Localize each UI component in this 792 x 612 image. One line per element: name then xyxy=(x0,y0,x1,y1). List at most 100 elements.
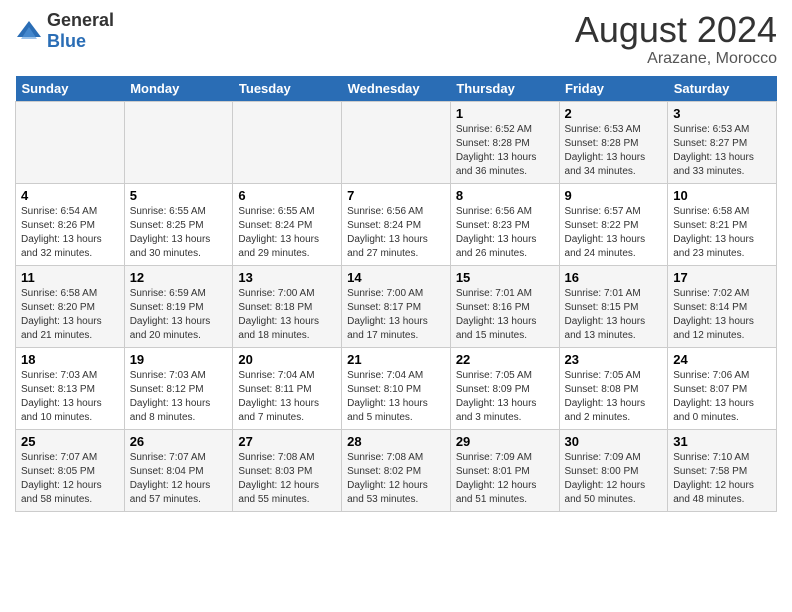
weekday-header-tuesday: Tuesday xyxy=(233,76,342,102)
logo-general: General xyxy=(47,10,114,30)
calendar-day-cell: 30 Sunrise: 7:09 AM Sunset: 8:00 PM Dayli… xyxy=(559,429,668,511)
weekday-header-sunday: Sunday xyxy=(16,76,125,102)
calendar-day-cell: 2Sunrise: 6:53 AM Sunset: 8:28 PM Daylig… xyxy=(559,101,668,183)
calendar-week-row: 4 Sunrise: 6:54 AM Sunset: 8:26 PM Daylig… xyxy=(16,183,777,265)
calendar-day-cell: 29 Sunrise: 7:09 AM Sunset: 8:01 PM Dayli… xyxy=(450,429,559,511)
weekday-header-saturday: Saturday xyxy=(668,76,777,102)
calendar-day-cell: 14 Sunrise: 7:00 AM Sunset: 8:17 PM Dayli… xyxy=(342,265,451,347)
calendar-day-cell: 5Sunrise: 6:55 AM Sunset: 8:25 PM Daylig… xyxy=(124,183,233,265)
day-number: 3 xyxy=(673,106,771,121)
day-info: Sunrise: 6:56 AM Sunset: 8:24 PM Dayligh… xyxy=(347,205,445,261)
calendar-day-cell: 26 Sunrise: 7:07 AM Sunset: 8:04 PM Dayli… xyxy=(124,429,233,511)
day-info: Sunrise: 7:03 AM Sunset: 8:13 PM Dayligh… xyxy=(21,369,119,425)
day-info: Sunrise: 6:55 AM Sunset: 8:24 PM Dayligh… xyxy=(238,205,336,261)
day-info: Sunrise: 6:56 AM Sunset: 8:23 PM Dayligh… xyxy=(456,205,554,261)
day-number: 22 xyxy=(456,352,554,367)
calendar-day-cell: 17 Sunrise: 7:02 AM Sunset: 8:14 PM Dayli… xyxy=(668,265,777,347)
calendar-week-row: 11 Sunrise: 6:58 AM Sunset: 8:20 PM Dayli… xyxy=(16,265,777,347)
calendar-day-cell: 21Sunrise: 7:04 AM Sunset: 8:10 PM Dayli… xyxy=(342,347,451,429)
calendar-day-cell: 8 Sunrise: 6:56 AM Sunset: 8:23 PM Daylig… xyxy=(450,183,559,265)
calendar-day-cell xyxy=(233,101,342,183)
day-number: 13 xyxy=(238,270,336,285)
calendar-day-cell: 28 Sunrise: 7:08 AM Sunset: 8:02 PM Dayli… xyxy=(342,429,451,511)
calendar-day-cell: 16 Sunrise: 7:01 AM Sunset: 8:15 PM Dayli… xyxy=(559,265,668,347)
day-number: 1 xyxy=(456,106,554,121)
logo-blue: Blue xyxy=(47,31,86,51)
calendar-day-cell: 7 Sunrise: 6:56 AM Sunset: 8:24 PM Daylig… xyxy=(342,183,451,265)
day-info: Sunrise: 7:03 AM Sunset: 8:12 PM Dayligh… xyxy=(130,369,228,425)
day-number: 23 xyxy=(565,352,663,367)
calendar-week-row: 1Sunrise: 6:52 AM Sunset: 8:28 PM Daylig… xyxy=(16,101,777,183)
calendar-day-cell: 20Sunrise: 7:04 AM Sunset: 8:11 PM Dayli… xyxy=(233,347,342,429)
calendar-week-row: 25 Sunrise: 7:07 AM Sunset: 8:05 PM Dayli… xyxy=(16,429,777,511)
day-number: 28 xyxy=(347,434,445,449)
day-number: 4 xyxy=(21,188,119,203)
calendar-day-cell: 15Sunrise: 7:01 AM Sunset: 8:16 PM Dayli… xyxy=(450,265,559,347)
calendar-day-cell: 10Sunrise: 6:58 AM Sunset: 8:21 PM Dayli… xyxy=(668,183,777,265)
calendar-day-cell: 4 Sunrise: 6:54 AM Sunset: 8:26 PM Daylig… xyxy=(16,183,125,265)
day-info: Sunrise: 6:58 AM Sunset: 8:20 PM Dayligh… xyxy=(21,287,119,343)
calendar-day-cell: 18Sunrise: 7:03 AM Sunset: 8:13 PM Dayli… xyxy=(16,347,125,429)
day-info: Sunrise: 7:08 AM Sunset: 8:03 PM Dayligh… xyxy=(238,451,336,507)
day-number: 31 xyxy=(673,434,771,449)
day-info: Sunrise: 7:00 AM Sunset: 8:18 PM Dayligh… xyxy=(238,287,336,343)
page-header: General Blue August 2024 Arazane, Morocc… xyxy=(15,10,777,68)
day-info: Sunrise: 7:06 AM Sunset: 8:07 PM Dayligh… xyxy=(673,369,771,425)
calendar-day-cell: 22 Sunrise: 7:05 AM Sunset: 8:09 PM Dayli… xyxy=(450,347,559,429)
day-info: Sunrise: 7:10 AM Sunset: 7:58 PM Dayligh… xyxy=(673,451,771,507)
logo: General Blue xyxy=(15,10,114,52)
day-number: 12 xyxy=(130,270,228,285)
day-number: 30 xyxy=(565,434,663,449)
day-info: Sunrise: 7:01 AM Sunset: 8:16 PM Dayligh… xyxy=(456,287,554,343)
calendar-day-cell xyxy=(342,101,451,183)
day-info: Sunrise: 7:07 AM Sunset: 8:05 PM Dayligh… xyxy=(21,451,119,507)
title-block: August 2024 Arazane, Morocco xyxy=(575,10,777,68)
calendar-day-cell: 11 Sunrise: 6:58 AM Sunset: 8:20 PM Dayli… xyxy=(16,265,125,347)
calendar-day-cell: 12 Sunrise: 6:59 AM Sunset: 8:19 PM Dayli… xyxy=(124,265,233,347)
day-info: Sunrise: 6:53 AM Sunset: 8:28 PM Dayligh… xyxy=(565,123,663,179)
day-info: Sunrise: 7:08 AM Sunset: 8:02 PM Dayligh… xyxy=(347,451,445,507)
calendar-day-cell xyxy=(124,101,233,183)
day-info: Sunrise: 7:05 AM Sunset: 8:09 PM Dayligh… xyxy=(456,369,554,425)
day-number: 9 xyxy=(565,188,663,203)
logo-text: General Blue xyxy=(47,10,114,52)
day-number: 8 xyxy=(456,188,554,203)
day-number: 19 xyxy=(130,352,228,367)
calendar-week-row: 18Sunrise: 7:03 AM Sunset: 8:13 PM Dayli… xyxy=(16,347,777,429)
weekday-header-row: SundayMondayTuesdayWednesdayThursdayFrid… xyxy=(16,76,777,102)
logo-icon xyxy=(15,17,43,45)
day-number: 20 xyxy=(238,352,336,367)
day-number: 16 xyxy=(565,270,663,285)
calendar-day-cell: 9 Sunrise: 6:57 AM Sunset: 8:22 PM Daylig… xyxy=(559,183,668,265)
day-info: Sunrise: 7:02 AM Sunset: 8:14 PM Dayligh… xyxy=(673,287,771,343)
day-number: 25 xyxy=(21,434,119,449)
day-info: Sunrise: 6:57 AM Sunset: 8:22 PM Dayligh… xyxy=(565,205,663,261)
day-number: 11 xyxy=(21,270,119,285)
day-number: 14 xyxy=(347,270,445,285)
calendar-day-cell: 31 Sunrise: 7:10 AM Sunset: 7:58 PM Dayli… xyxy=(668,429,777,511)
day-number: 26 xyxy=(130,434,228,449)
calendar-day-cell: 25 Sunrise: 7:07 AM Sunset: 8:05 PM Dayli… xyxy=(16,429,125,511)
calendar-day-cell: 3Sunrise: 6:53 AM Sunset: 8:27 PM Daylig… xyxy=(668,101,777,183)
day-info: Sunrise: 6:55 AM Sunset: 8:25 PM Dayligh… xyxy=(130,205,228,261)
calendar-day-cell: 24Sunrise: 7:06 AM Sunset: 8:07 PM Dayli… xyxy=(668,347,777,429)
day-number: 7 xyxy=(347,188,445,203)
day-info: Sunrise: 7:07 AM Sunset: 8:04 PM Dayligh… xyxy=(130,451,228,507)
day-info: Sunrise: 7:09 AM Sunset: 8:00 PM Dayligh… xyxy=(565,451,663,507)
day-number: 17 xyxy=(673,270,771,285)
calendar-day-cell: 1Sunrise: 6:52 AM Sunset: 8:28 PM Daylig… xyxy=(450,101,559,183)
day-info: Sunrise: 7:01 AM Sunset: 8:15 PM Dayligh… xyxy=(565,287,663,343)
calendar-day-cell: 13 Sunrise: 7:00 AM Sunset: 8:18 PM Dayli… xyxy=(233,265,342,347)
weekday-header-monday: Monday xyxy=(124,76,233,102)
day-info: Sunrise: 6:54 AM Sunset: 8:26 PM Dayligh… xyxy=(21,205,119,261)
day-number: 29 xyxy=(456,434,554,449)
calendar-day-cell: 23Sunrise: 7:05 AM Sunset: 8:08 PM Dayli… xyxy=(559,347,668,429)
day-info: Sunrise: 7:09 AM Sunset: 8:01 PM Dayligh… xyxy=(456,451,554,507)
day-info: Sunrise: 7:00 AM Sunset: 8:17 PM Dayligh… xyxy=(347,287,445,343)
location-subtitle: Arazane, Morocco xyxy=(575,50,777,68)
weekday-header-wednesday: Wednesday xyxy=(342,76,451,102)
calendar-day-cell xyxy=(16,101,125,183)
weekday-header-friday: Friday xyxy=(559,76,668,102)
day-number: 21 xyxy=(347,352,445,367)
day-info: Sunrise: 6:59 AM Sunset: 8:19 PM Dayligh… xyxy=(130,287,228,343)
